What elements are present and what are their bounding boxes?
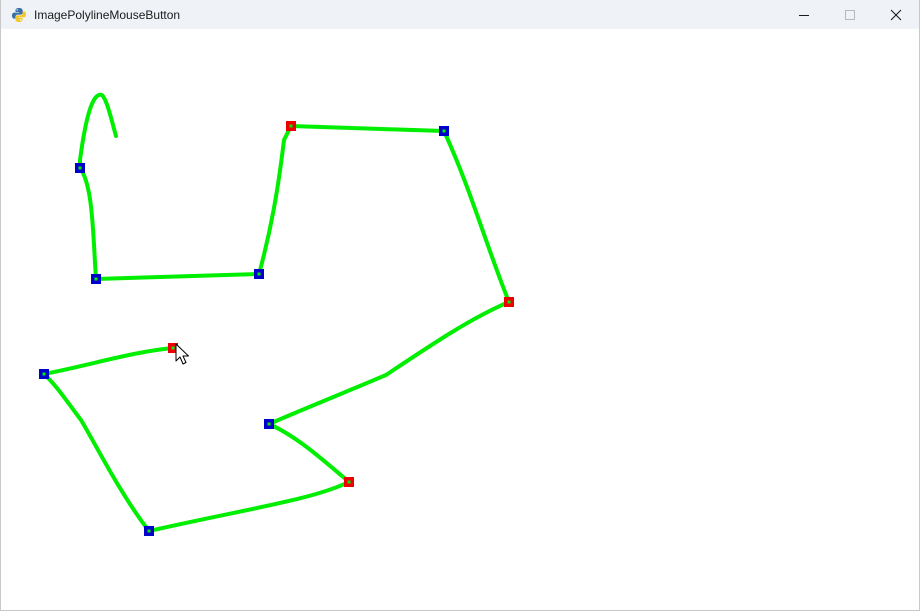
title-bar[interactable]: ImagePolylineMouseButton — [1, 0, 919, 29]
close-button[interactable] — [873, 0, 919, 29]
window-title: ImagePolylineMouseButton — [34, 7, 181, 22]
python-logo-icon — [12, 7, 26, 22]
marker-center-dot — [257, 272, 261, 276]
maximize-icon — [845, 9, 855, 20]
marker-center-dot — [347, 480, 351, 484]
minimize-button[interactable] — [781, 0, 827, 29]
drawing-surface[interactable] — [1, 29, 919, 610]
marker-center-dot — [289, 124, 293, 128]
marker-center-dot — [78, 166, 82, 170]
minimize-icon — [799, 14, 809, 16]
mouse-pointer-icon — [175, 343, 189, 365]
marker-center-dot — [147, 529, 151, 533]
marker-center-dot — [507, 300, 511, 304]
drawing-canvas[interactable] — [1, 29, 919, 610]
marker-center-dot — [171, 346, 175, 350]
polyline-stroke — [42, 92, 511, 533]
maximize-button[interactable] — [827, 0, 873, 29]
app-window: ImagePolylineMouseButton — [0, 0, 920, 611]
marker-center-dot — [267, 422, 271, 426]
marker-center-dot — [42, 372, 46, 376]
marker-center-dot — [442, 129, 446, 133]
close-icon — [890, 9, 902, 20]
caption-buttons — [781, 0, 919, 29]
marker-center-dot — [94, 277, 98, 281]
